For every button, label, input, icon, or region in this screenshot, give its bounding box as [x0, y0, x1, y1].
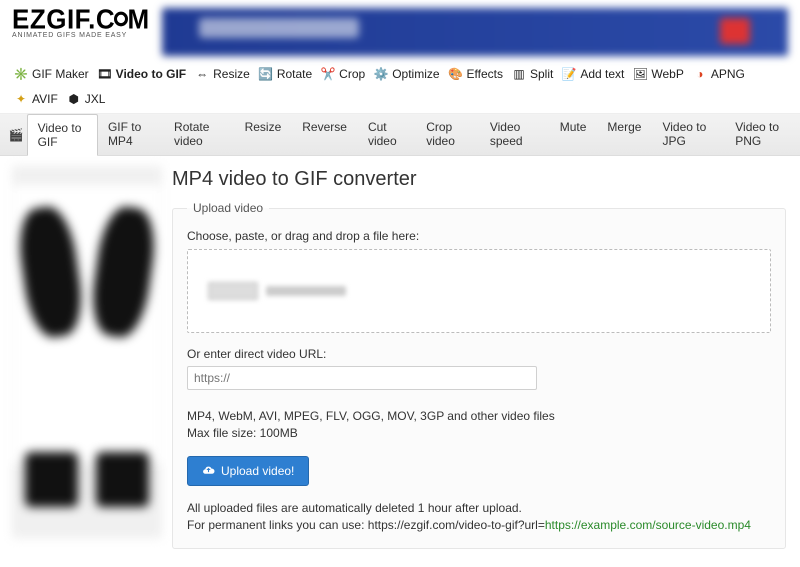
subnav-item-video-speed[interactable]: Video speed [480, 114, 550, 155]
subnav-item-merge[interactable]: Merge [597, 114, 652, 155]
max-size-line: Max file size: 100MB [187, 425, 771, 442]
subnav-item-reverse[interactable]: Reverse [292, 114, 358, 155]
subnav-item-video-to-gif[interactable]: Video to GIF [27, 114, 98, 156]
subnav-item-cut-video[interactable]: Cut video [358, 114, 416, 155]
nav-item-avif[interactable]: ✦ AVIF [12, 89, 60, 109]
sidebar-ad-image [12, 166, 162, 538]
header: EZGIF.CM ANIMATED GIFS MADE EASY [0, 0, 800, 60]
nav-item-optimize[interactable]: ⚙️ Optimize [372, 64, 441, 84]
toolbar-handle-icon: 🎬 [6, 114, 27, 155]
nav-item-label: APNG [711, 66, 745, 82]
subnav-item-rotate-video[interactable]: Rotate video [164, 114, 235, 155]
upload-fieldset: Upload video Choose, paste, or drag and … [172, 201, 786, 549]
crop-icon: ✂️ [321, 67, 335, 81]
nav-item-label: Effects [467, 66, 503, 82]
nav-item-label: WebP [651, 66, 683, 82]
nav-item-webp[interactable]: 🖼 WebP [631, 64, 685, 84]
sidebar-ad [0, 156, 170, 544]
nav-item-add-text[interactable]: 📝 Add text [560, 64, 626, 84]
nav-item-jxl[interactable]: ⬢ JXL [65, 89, 108, 109]
subnav-item-gif-to-mp4[interactable]: GIF to MP4 [98, 114, 164, 155]
header-ad-banner [162, 8, 788, 56]
nav-item-apng[interactable]: ◑ APNG [691, 64, 747, 84]
primary-nav: ✳️ GIF Maker 🎞 Video to GIF ⇔ Resize 🔄 Rotate ✂️… [0, 60, 800, 114]
nav-item-resize[interactable]: ⇔ Resize [193, 64, 252, 84]
nav-item-label: Optimize [392, 66, 439, 82]
nav-item-effects[interactable]: 🎨 Effects [447, 64, 505, 84]
upload-button-label: Upload video! [221, 464, 294, 478]
video-to-gif-icon: 🎞 [98, 67, 112, 81]
cloud-upload-icon [202, 464, 215, 477]
nav-item-crop[interactable]: ✂️ Crop [319, 64, 367, 84]
nav-item-gif-maker[interactable]: ✳️ GIF Maker [12, 64, 91, 84]
upload-note: All uploaded files are automatically del… [187, 500, 771, 535]
resize-icon: ⇔ [195, 67, 209, 81]
site-logo[interactable]: EZGIF.CM ANIMATED GIFS MADE EASY [12, 8, 150, 39]
nav-item-label: Resize [213, 66, 250, 82]
subnav-item-crop-video[interactable]: Crop video [416, 114, 480, 155]
nav-item-label: JXL [85, 91, 106, 107]
page-title: MP4 video to GIF converter [172, 168, 786, 191]
subnav-item-video-to-jpg[interactable]: Video to JPG [652, 114, 725, 155]
split-icon: ▥ [512, 67, 526, 81]
example-url: https://example.com/source-video.mp4 [545, 518, 751, 532]
nav-item-label: Crop [339, 66, 365, 82]
permalink-note: For permanent links you can use: https:/… [187, 517, 771, 534]
nav-item-label: Video to GIF [116, 66, 186, 82]
delete-note: All uploaded files are automatically del… [187, 500, 771, 517]
upload-button[interactable]: Upload video! [187, 456, 309, 486]
subnav-item-mute[interactable]: Mute [550, 114, 598, 155]
formats-info: MP4, WebM, AVI, MPEG, FLV, OGG, MOV, 3GP… [187, 408, 771, 442]
jxl-icon: ⬢ [67, 92, 81, 106]
nav-item-label: Add text [580, 66, 624, 82]
upload-legend: Upload video [187, 201, 269, 215]
gif-maker-icon: ✳️ [14, 67, 28, 81]
optimize-icon: ⚙️ [374, 67, 388, 81]
nav-item-split[interactable]: ▥ Split [510, 64, 555, 84]
url-label: Or enter direct video URL: [187, 347, 771, 361]
subnav-item-video-to-png[interactable]: Video to PNG [725, 114, 800, 155]
nav-item-label: Rotate [277, 66, 312, 82]
secondary-nav: 🎬 Video to GIFGIF to MP4Rotate videoResi… [0, 114, 800, 156]
logo-text: EZGIF.CM [12, 7, 150, 32]
formats-line: MP4, WebM, AVI, MPEG, FLV, OGG, MOV, 3GP… [187, 408, 771, 425]
rotate-icon: 🔄 [259, 67, 273, 81]
nav-item-label: GIF Maker [32, 66, 89, 82]
avif-icon: ✦ [14, 92, 28, 106]
nav-item-video-to-gif[interactable]: 🎞 Video to GIF [96, 64, 188, 84]
drop-label: Choose, paste, or drag and drop a file h… [187, 229, 771, 243]
subnav-item-resize[interactable]: Resize [235, 114, 293, 155]
webp-icon: 🖼 [633, 67, 647, 81]
file-dropzone[interactable] [187, 249, 771, 333]
video-url-input[interactable] [187, 366, 537, 390]
add-text-icon: 📝 [562, 67, 576, 81]
nav-item-label: Split [530, 66, 553, 82]
file-input[interactable] [208, 282, 346, 300]
effects-icon: 🎨 [449, 67, 463, 81]
nav-item-rotate[interactable]: 🔄 Rotate [257, 64, 314, 84]
main-content: MP4 video to GIF converter Upload video … [170, 156, 800, 567]
apng-icon: ◑ [693, 67, 707, 81]
nav-item-label: AVIF [32, 91, 58, 107]
